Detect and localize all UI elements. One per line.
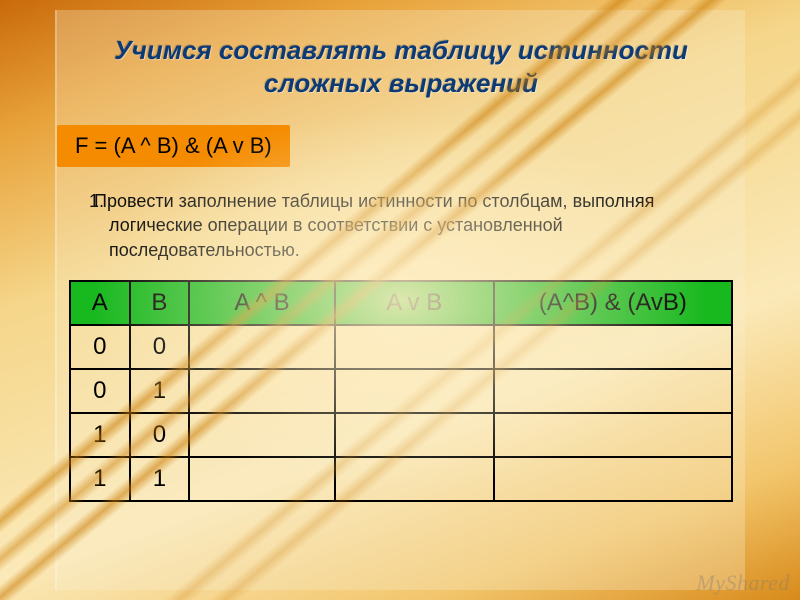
cell: 1 [130,457,190,501]
cell [189,369,335,413]
cell [189,457,335,501]
title-line-2: сложных выражений [264,68,538,98]
table-row: 1 1 [70,457,732,501]
cell [335,369,494,413]
cell: 0 [70,325,130,369]
cell [335,413,494,457]
cell [494,457,732,501]
cell: 1 [70,457,130,501]
slide-title: Учимся составлять таблицу истинности сло… [69,34,733,99]
title-line-1: Учимся составлять таблицу истинности [114,35,688,65]
table-header-row: A B A ^ B A v B (A^B) & (AvB) [70,281,732,325]
cell [494,325,732,369]
header-AandB: A ^ B [189,281,335,325]
formula-box: F = (A ^ B) & (A v B) [57,125,290,167]
header-B: B [130,281,190,325]
slide-background: Учимся составлять таблицу истинности сло… [0,0,800,600]
cell: 1 [70,413,130,457]
cell [494,413,732,457]
truth-table: A B A ^ B A v B (A^B) & (AvB) 0 0 0 1 [69,280,733,502]
header-result: (A^B) & (AvB) [494,281,732,325]
table-row: 0 0 [70,325,732,369]
instruction-paragraph: 1. Провести заполнение таблицы истинност… [109,189,733,262]
cell [335,457,494,501]
cell [189,325,335,369]
cell: 0 [70,369,130,413]
cell [494,369,732,413]
cell [189,413,335,457]
cell: 0 [130,325,190,369]
cell: 1 [130,369,190,413]
formula-row: F = (A ^ B) & (A v B) [69,125,733,167]
table-row: 1 0 [70,413,732,457]
cell: 0 [130,413,190,457]
header-A: A [70,281,130,325]
cell [335,325,494,369]
instruction-text: Провести заполнение таблицы истинности п… [94,191,654,260]
header-AorB: A v B [335,281,494,325]
content-panel: Учимся составлять таблицу истинности сло… [55,10,745,590]
table-row: 0 1 [70,369,732,413]
